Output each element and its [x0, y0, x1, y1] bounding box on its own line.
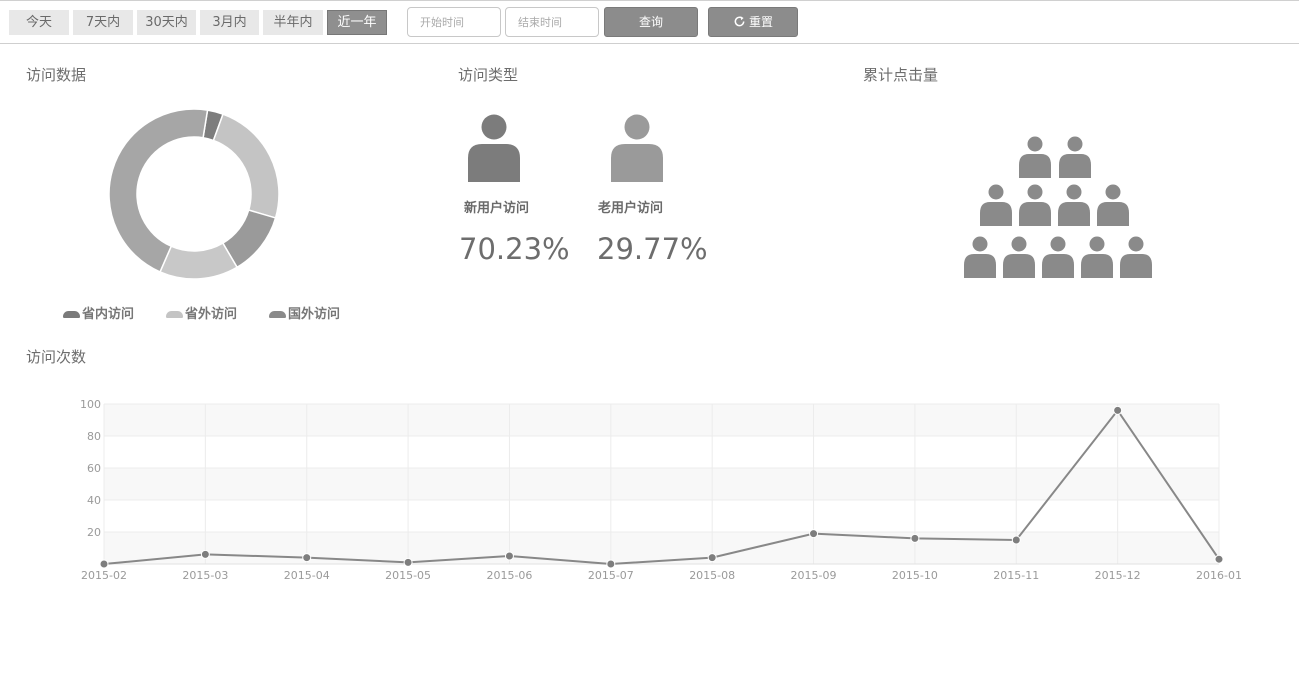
- reset-button-label: 重置: [748, 15, 773, 29]
- users-group-icon: [964, 136, 1152, 278]
- x-tick-label: 2015-11: [993, 569, 1039, 582]
- person-body: [980, 202, 1012, 226]
- data-point[interactable]: [403, 557, 413, 567]
- person-head: [1089, 236, 1105, 252]
- visit-count-title: 访问次数: [26, 348, 87, 366]
- clicks-title: 累计点击量: [863, 66, 939, 84]
- visit-type-title: 访问类型: [458, 66, 519, 84]
- person-body: [1019, 154, 1051, 178]
- person-head: [1011, 236, 1027, 252]
- end-time-input[interactable]: [505, 7, 599, 37]
- x-tick-label: 2015-02: [81, 569, 127, 582]
- data-point[interactable]: [1214, 554, 1224, 564]
- person-body: [1081, 254, 1113, 278]
- person-body: [964, 254, 996, 278]
- y-tick-label: 40: [87, 494, 101, 507]
- x-tick-label: 2015-06: [486, 569, 532, 582]
- range-today-button[interactable]: 今天: [9, 10, 69, 35]
- grid-band: [104, 532, 1219, 564]
- person-head: [1128, 236, 1144, 252]
- legend-swatch: [63, 311, 80, 318]
- filter-toolbar: 今天 7天内 30天内 3月内 半年内 近一年 查询 重置: [0, 1, 1299, 44]
- person-head: [988, 184, 1004, 200]
- x-tick-label: 2015-12: [1095, 569, 1141, 582]
- person-head: [1067, 136, 1083, 152]
- visit-data-title: 访问数据: [26, 66, 87, 84]
- data-point[interactable]: [302, 553, 312, 563]
- data-point[interactable]: [1113, 405, 1123, 415]
- person-head: [1066, 184, 1082, 200]
- range-7days-button[interactable]: 7天内: [73, 10, 133, 35]
- person-head: [1105, 184, 1121, 200]
- new-user-percent: 70.23%: [459, 232, 570, 266]
- data-point[interactable]: [99, 559, 109, 569]
- new-user-icon: [468, 114, 520, 182]
- legend-swatch: [269, 311, 286, 318]
- legend-label: 省内访问: [82, 307, 135, 322]
- old-user-percent: 29.77%: [597, 232, 708, 266]
- person-body: [1120, 254, 1152, 278]
- visit-count-line-chart: 20 40 60 80 100 2015-02 2015-03 2015-04 2015-05 2…: [80, 398, 1242, 582]
- legend-label: 国外访问: [288, 307, 341, 322]
- old-user-icon: [611, 114, 663, 182]
- visit-data-donut-chart: [108, 108, 280, 280]
- query-button[interactable]: 查询: [604, 7, 698, 37]
- y-tick-label: 80: [87, 430, 101, 443]
- old-user-label: 老用户访问: [598, 201, 664, 216]
- x-tick-label: 2015-07: [588, 569, 634, 582]
- range-30days-button[interactable]: 30天内: [137, 10, 196, 35]
- x-tick-label: 2015-09: [791, 569, 837, 582]
- person-head: [1027, 184, 1043, 200]
- data-point[interactable]: [504, 551, 514, 561]
- data-point[interactable]: [200, 549, 210, 559]
- donut-slice-1[interactable]: [212, 113, 280, 219]
- start-time-input[interactable]: [407, 7, 501, 37]
- range-year-button[interactable]: 近一年: [327, 10, 387, 35]
- range-halfyear-button[interactable]: 半年内: [263, 10, 323, 35]
- person-body: [1058, 202, 1090, 226]
- x-tick-label: 2015-04: [284, 569, 330, 582]
- reset-button[interactable]: 重置: [708, 7, 798, 37]
- data-point[interactable]: [606, 559, 616, 569]
- x-tick-label: 2015-08: [689, 569, 735, 582]
- person-head: [1027, 136, 1043, 152]
- donut-slice-4[interactable]: [108, 108, 209, 273]
- data-point[interactable]: [809, 529, 819, 539]
- person-body: [1019, 202, 1051, 226]
- legend-item-abroad[interactable]: 国外访问: [269, 303, 340, 322]
- x-tick-label: 2015-10: [892, 569, 938, 582]
- grid-band: [104, 404, 1219, 436]
- legend-swatch: [166, 311, 183, 318]
- data-point[interactable]: [707, 553, 717, 563]
- x-tick-label: 2015-05: [385, 569, 431, 582]
- data-point[interactable]: [910, 533, 920, 543]
- person-head: [1050, 236, 1066, 252]
- y-tick-label: 60: [87, 462, 101, 475]
- query-button-label: 查询: [638, 15, 663, 29]
- y-tick-label: 20: [87, 526, 101, 539]
- x-tick-label: 2016-01: [1196, 569, 1242, 582]
- donut-slice-3[interactable]: [159, 242, 239, 280]
- person-body: [1059, 154, 1091, 178]
- person-body: [1042, 254, 1074, 278]
- legend-item-province[interactable]: 省内访问: [63, 303, 134, 322]
- person-head: [972, 236, 988, 252]
- new-user-label: 新用户访问: [464, 201, 530, 216]
- refresh-icon: [734, 16, 745, 27]
- legend-label: 省外访问: [185, 307, 238, 322]
- person-body: [1003, 254, 1035, 278]
- x-tick-label: 2015-03: [182, 569, 228, 582]
- range-3months-button[interactable]: 3月内: [200, 10, 259, 35]
- y-tick-label: 100: [80, 398, 101, 411]
- data-point[interactable]: [1011, 535, 1021, 545]
- legend-item-out-province[interactable]: 省外访问: [166, 303, 237, 322]
- person-body: [1097, 202, 1129, 226]
